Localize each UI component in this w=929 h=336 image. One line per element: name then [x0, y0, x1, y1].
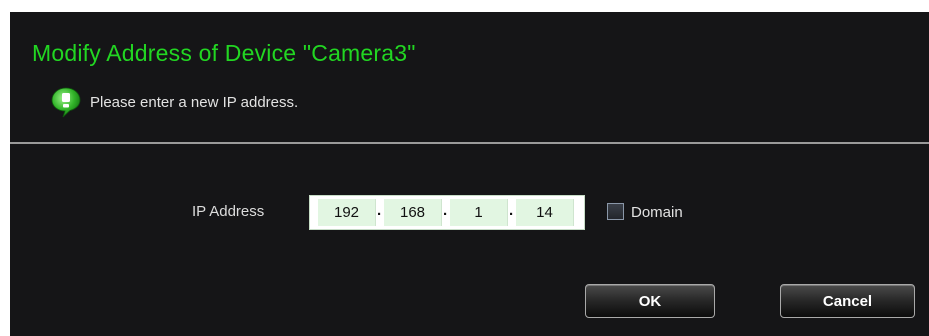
ok-button[interactable]: OK [585, 284, 715, 318]
ip-octet-4[interactable]: 14 [516, 199, 574, 226]
ip-dot: . [509, 202, 514, 219]
ip-address-field[interactable]: 192 . 168 . 1 . 14 [309, 195, 585, 230]
info-text: Please enter a new IP address. [90, 93, 299, 111]
ip-dot: . [377, 202, 382, 219]
divider [10, 142, 929, 144]
info-bubble-icon [51, 87, 81, 118]
ip-dot: . [443, 202, 448, 219]
ip-octet-3[interactable]: 1 [450, 199, 508, 226]
dialog-title: Modify Address of Device "Camera3" [32, 40, 416, 66]
modify-address-dialog: Modify Address of Device "Camera3" Pleas… [10, 12, 929, 336]
ip-octet-1[interactable]: 192 [318, 199, 376, 226]
info-message: Please enter a new IP address. [50, 86, 298, 118]
domain-checkbox[interactable] [607, 203, 624, 220]
ip-address-label: IP Address [192, 203, 265, 220]
ip-octet-2[interactable]: 168 [384, 199, 442, 226]
domain-label[interactable]: Domain [631, 204, 683, 221]
cancel-button[interactable]: Cancel [780, 284, 915, 318]
